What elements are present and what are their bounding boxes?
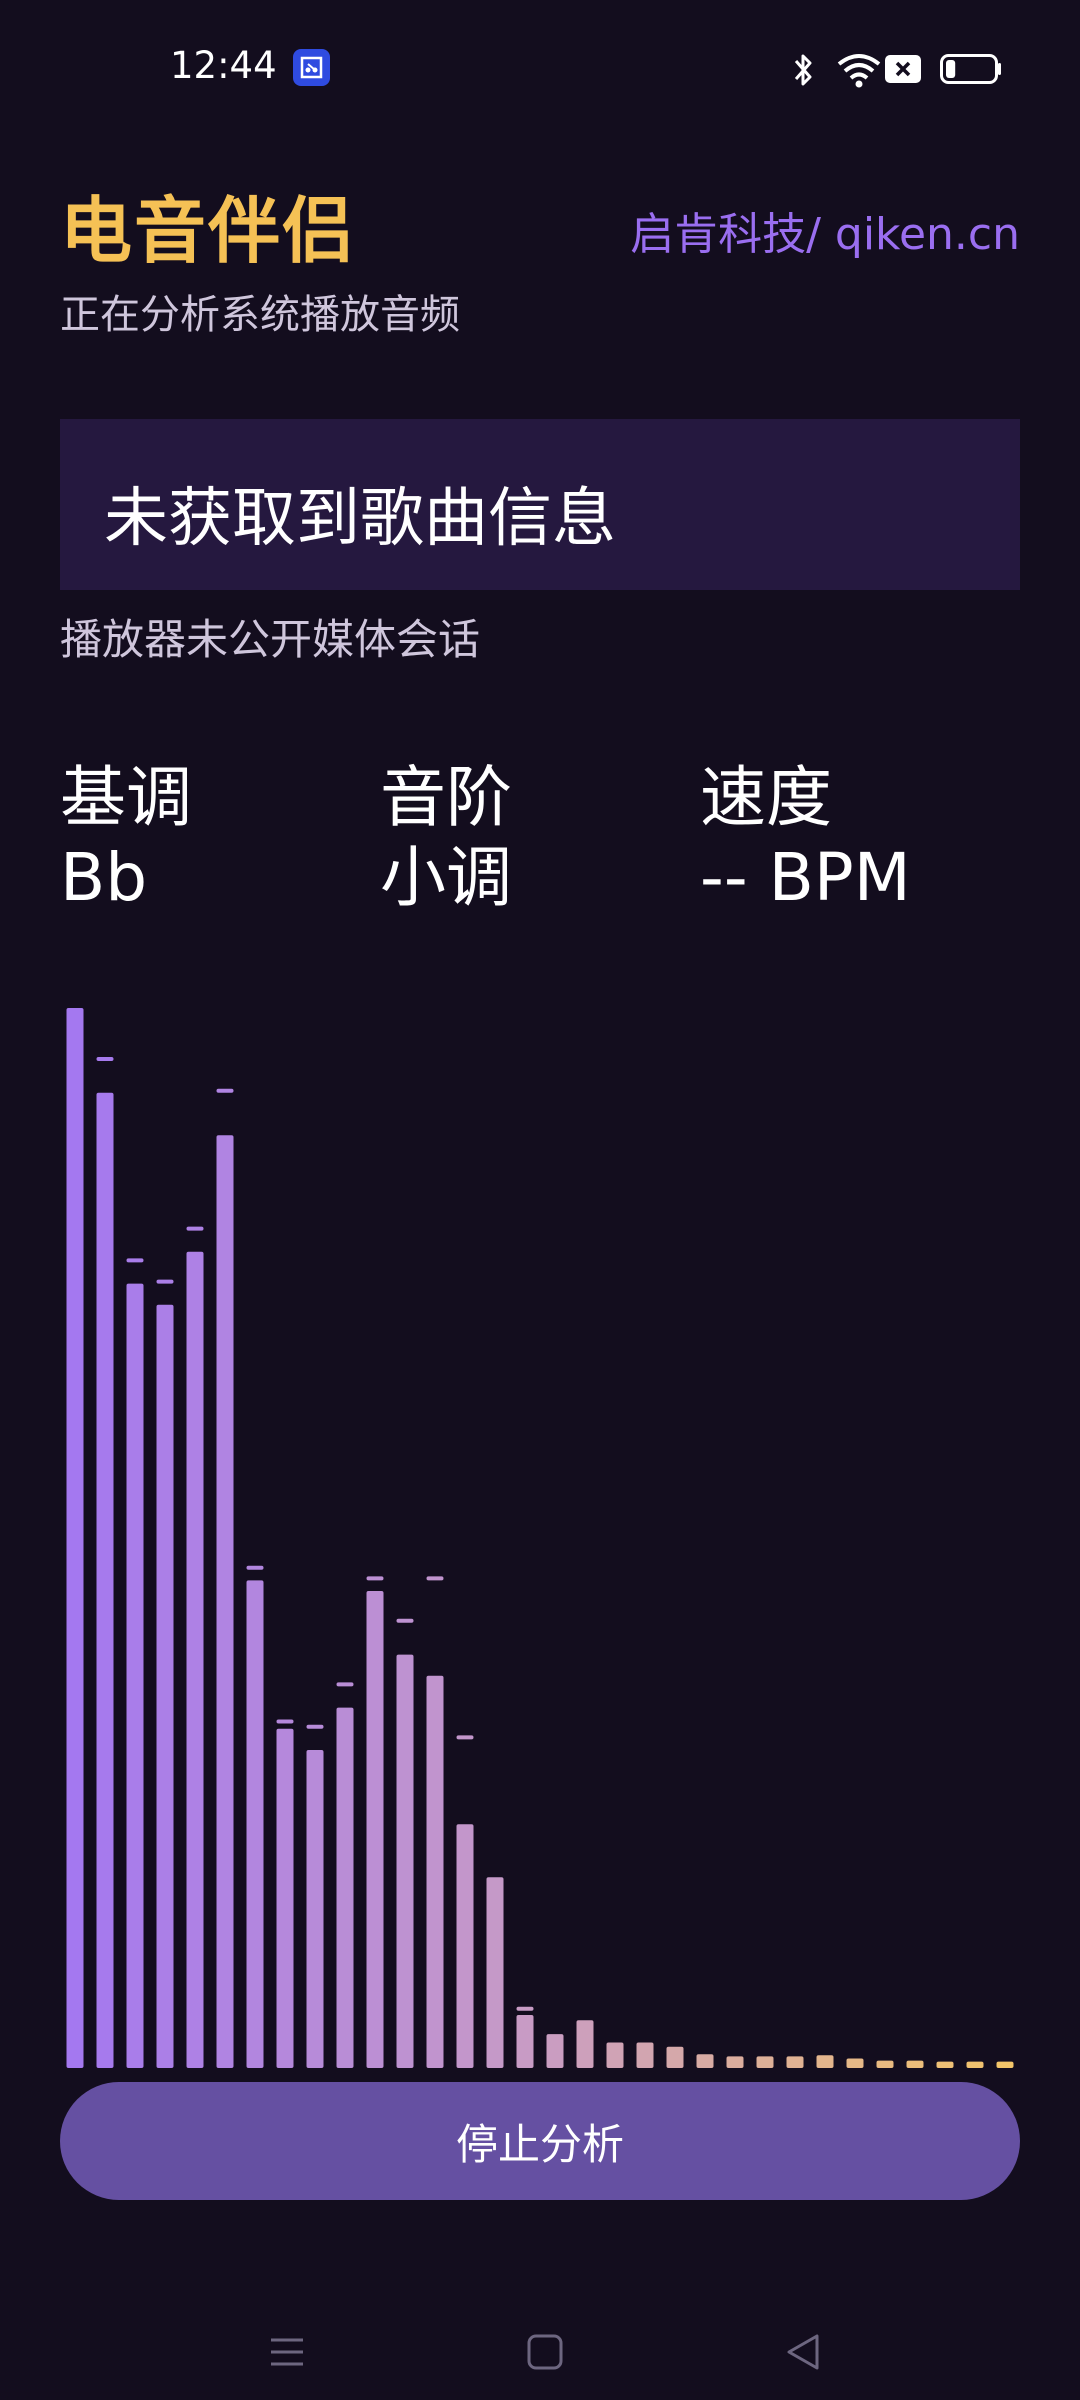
spectrum-peak [246,1565,264,1570]
spectrum-bar [486,1877,504,2068]
spectrum-peak [426,1576,444,1581]
spectrum-bar [726,2056,744,2068]
wifi-icon [837,54,881,88]
spectrum-bar [816,2055,834,2068]
spectrum-peak [396,1618,414,1623]
spectrum-bar [276,1728,294,2068]
spectrum-peak [366,1576,384,1581]
spectrum-bar [966,2061,984,2068]
navigation-bar [0,2300,1080,2400]
spectrum-bar [156,1304,174,2068]
spectrum-bar [846,2058,864,2068]
spectrum-bar [96,1092,114,2068]
spectrum-bar [696,2054,714,2068]
scan-icon [293,49,330,86]
spectrum-bar [576,2020,594,2068]
spectrum-bar [126,1283,144,2068]
spectrum-peak [126,1258,144,1263]
spectrum-bar [666,2046,684,2068]
stop-analysis-button[interactable]: 停止分析 [60,2082,1020,2200]
spectrum-bar [876,2060,894,2068]
tempo-label: 速度 [700,759,832,836]
scale-info: 音阶 小调 [380,758,680,918]
status-time: 12:44 [170,44,277,87]
song-title: 未获取到歌曲信息 [104,482,616,556]
tempo-info: 速度 -- BPM [700,758,1000,918]
spectrum-bar [906,2060,924,2068]
key-value: Bb [60,839,148,916]
key-label: 基调 [60,759,192,836]
spectrum-peak [336,1682,354,1687]
spectrum-bar [936,2061,954,2068]
spectrum-bar [456,1824,474,2068]
spectrum-peak [276,1719,294,1724]
spectrum-peak [96,1057,114,1061]
home-icon[interactable] [515,2322,575,2382]
spectrum-peak [216,1088,234,1093]
menu-icon[interactable] [257,2322,317,2382]
scale-label: 音阶 [380,759,512,836]
song-card: 未获取到歌曲信息 [60,419,1020,590]
spectrum-peak [306,1724,324,1729]
spectrum-bar [216,1135,234,2068]
sim-off-icon [885,55,921,83]
spectrum-bar [756,2056,774,2068]
spectrum-bar [366,1591,384,2068]
spectrum-bar [66,1008,84,2068]
spectrum-peak [516,2006,534,2011]
bluetooth-icon [794,54,812,86]
spectrum-bar [306,1750,324,2068]
spectrum-bar [516,2015,534,2068]
spectrum-visualizer [66,1008,1014,2068]
spectrum-bar [336,1707,354,2068]
status-bar: 12:44 [0,0,1080,136]
key-info: 基调 Bb [60,758,360,918]
spectrum-bar [786,2056,804,2068]
back-icon[interactable] [773,2322,833,2382]
spectrum-bar [606,2042,624,2068]
app-title: 电音伴侣 [60,189,357,273]
spectrum-bar [246,1580,264,2068]
status-subtitle: 正在分析系统播放音频 [60,292,460,338]
spectrum-peak [156,1279,174,1284]
spectrum-bar [636,2042,654,2068]
spectrum-bar [546,2034,564,2068]
tempo-value: -- BPM [700,839,911,916]
scale-value: 小调 [380,839,512,916]
battery-icon [940,54,1001,84]
status-icons [660,40,1080,96]
song-note: 播放器未公开媒体会话 [60,615,481,664]
spectrum-peak [456,1735,474,1740]
spectrum-bar [186,1251,204,2068]
spectrum-peak [186,1226,204,1231]
spectrum-bar [396,1654,414,2068]
spectrum-bar [996,2061,1014,2068]
spectrum-bar [426,1675,444,2068]
company-link[interactable]: 启肯科技/ qiken.cn [630,198,1020,262]
